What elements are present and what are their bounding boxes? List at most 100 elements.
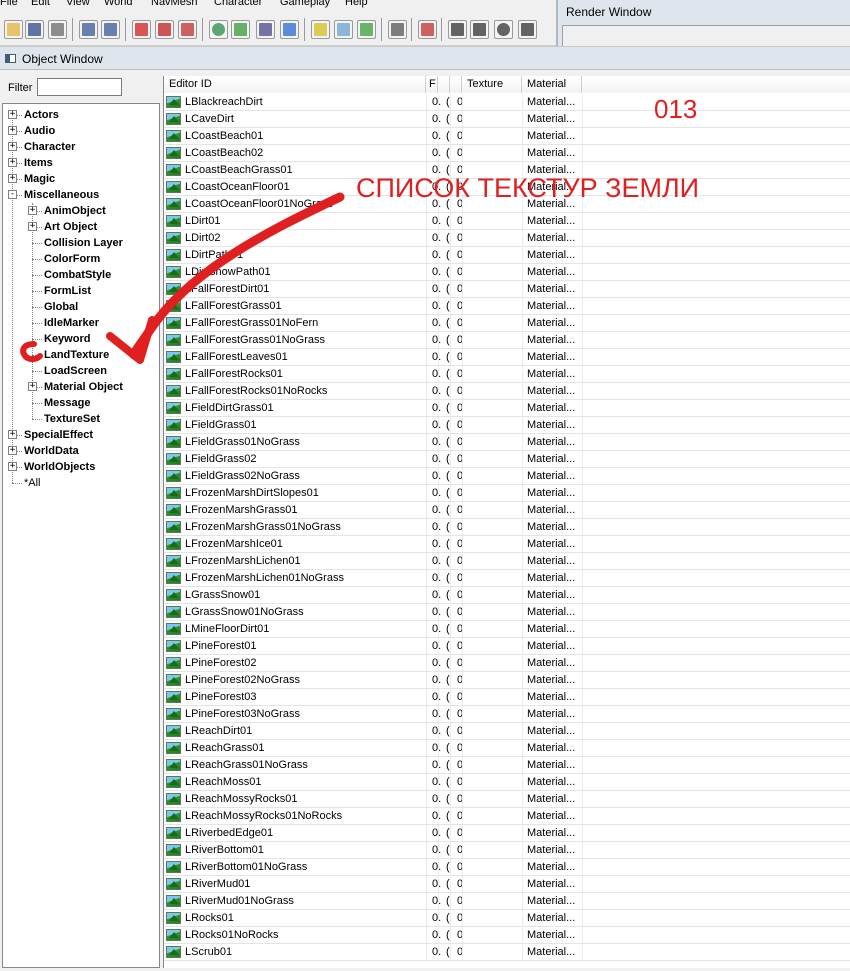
expand-icon[interactable]: + — [28, 382, 37, 391]
table-row[interactable]: LFrozenMarshLichen01NoGrass 0.(0 Material.… — [164, 570, 850, 587]
tree-item-formlist[interactable]: FormList — [44, 283, 91, 299]
table-row[interactable]: LRiverMud01 0.(0 Material... — [164, 876, 850, 893]
sky-button[interactable] — [334, 20, 353, 39]
table-row[interactable]: LRocks01NoRocks 0.(0 Material... — [164, 927, 850, 944]
object-window-titlebar[interactable]: Object Window — [0, 47, 850, 70]
filter-input[interactable] — [37, 78, 122, 96]
havok-button[interactable] — [256, 20, 275, 39]
tree-item-idlemarker[interactable]: IdleMarker — [44, 315, 99, 331]
table-row[interactable]: LDirt01 0.(0 Material... — [164, 213, 850, 230]
table-row[interactable]: LPineForest02NoGrass 0.(0 Material... — [164, 672, 850, 689]
tree-item-landtexture[interactable]: LandTexture — [44, 347, 109, 363]
menu-gameplay[interactable]: Gameplay — [280, 0, 330, 8]
navmesh-button[interactable] — [178, 20, 197, 39]
box-o-button[interactable] — [494, 20, 513, 39]
tree-item-global[interactable]: Global — [44, 299, 78, 315]
tree-item-art-object[interactable]: Art Object — [44, 219, 97, 235]
table-row[interactable]: LFrozenMarshLichen01 0.(0 Material... — [164, 553, 850, 570]
expand-icon[interactable]: + — [8, 430, 17, 439]
marker-button[interactable] — [155, 20, 174, 39]
render-window[interactable]: Render Window — [556, 0, 850, 46]
category-tree[interactable]: Actors + Audio + Character + Items + Magic + Misce… — [2, 103, 160, 968]
tree-item-animobject[interactable]: AnimObject — [44, 203, 106, 219]
menu-view[interactable]: View — [66, 0, 90, 8]
expand-icon[interactable]: + — [8, 446, 17, 455]
col-editor-id-header[interactable]: Editor ID — [164, 76, 426, 93]
table-row[interactable]: LFrozenMarshGrass01NoGrass 0.(0 Material..… — [164, 519, 850, 536]
table-row[interactable]: LBlackreachDirt 0.(0 Material... — [164, 94, 850, 111]
table-row[interactable]: LFallForestGrass01NoFern 0.(0 Material... — [164, 315, 850, 332]
table-row[interactable]: LRiverMud01NoGrass 0.(0 Material... — [164, 893, 850, 910]
table-row[interactable]: LPineForest01 0.(0 Material... — [164, 638, 850, 655]
table-row[interactable]: LDirtSnowPath01 0.(0 Material... — [164, 264, 850, 281]
world-button[interactable] — [209, 20, 228, 39]
tree-item-loadscreen[interactable]: LoadScreen — [44, 363, 107, 379]
table-row[interactable]: LCoastBeach02 0.(0 Material... — [164, 145, 850, 162]
render-region-button[interactable] — [132, 20, 151, 39]
table-row[interactable]: LRiverBottom01NoGrass 0.(0 Material... — [164, 859, 850, 876]
table-row[interactable]: LFallForestRocks01NoRocks 0.(0 Material... — [164, 383, 850, 400]
box-m-button[interactable] — [470, 20, 489, 39]
box-button[interactable] — [448, 20, 467, 39]
expand-icon[interactable]: + — [8, 110, 17, 119]
open-button[interactable] — [4, 20, 23, 39]
table-row[interactable]: LReachGrass01NoGrass 0.(0 Material... — [164, 757, 850, 774]
menu-edit[interactable]: Edit — [31, 0, 50, 8]
preferences-button[interactable] — [48, 20, 67, 39]
box-d-button[interactable] — [518, 20, 537, 39]
table-row[interactable]: LReachGrass01 0.(0 Material... — [164, 740, 850, 757]
tree-item-colorform[interactable]: ColorForm — [44, 251, 100, 267]
table-row[interactable]: LFrozenMarshIce01 0.(0 Material... — [164, 536, 850, 553]
animation-button[interactable] — [418, 20, 437, 39]
redo-button[interactable] — [101, 20, 120, 39]
table-row[interactable]: LFieldGrass02NoGrass 0.(0 Material... — [164, 468, 850, 485]
table-row[interactable]: LPineForest03 0.(0 Material... — [164, 689, 850, 706]
table-row[interactable]: LFieldGrass01NoGrass 0.(0 Material... — [164, 434, 850, 451]
tree-item-character[interactable]: Character — [24, 139, 75, 155]
menu-world[interactable]: World — [104, 0, 133, 8]
expand-icon[interactable]: + — [8, 158, 17, 167]
tree-item-worlddata[interactable]: WorldData — [24, 443, 79, 459]
table-row[interactable]: LPineForest03NoGrass 0.(0 Material... — [164, 706, 850, 723]
tree-item-textureset[interactable]: TextureSet — [44, 411, 100, 427]
tree-item-collision-layer[interactable]: Collision Layer — [44, 235, 123, 251]
expand-icon[interactable]: + — [8, 462, 17, 471]
tree-item-items[interactable]: Items — [24, 155, 53, 171]
table-row[interactable]: LReachDirt01 0.(0 Material... — [164, 723, 850, 740]
tree-item-keyword[interactable]: Keyword — [44, 331, 90, 347]
tree-item-specialeffect[interactable]: SpecialEffect — [24, 427, 93, 443]
tree-item-audio[interactable]: Audio — [24, 123, 55, 139]
save-button[interactable] — [25, 20, 44, 39]
expand-icon[interactable]: + — [28, 206, 37, 215]
table-row[interactable]: LDirt02 0.(0 Material... — [164, 230, 850, 247]
col-f-header[interactable]: F — [426, 76, 438, 93]
table-row[interactable]: LFallForestLeaves01 0.(0 Material... — [164, 349, 850, 366]
expand-icon[interactable]: + — [8, 126, 17, 135]
tree-item-miscellaneous[interactable]: Miscellaneous — [24, 187, 99, 203]
table-row[interactable]: LCaveDirt 0.(0 Material... — [164, 111, 850, 128]
table-row[interactable]: LFieldGrass02 0.(0 Material... — [164, 451, 850, 468]
table-row[interactable]: LFallForestRocks01 0.(0 Material... — [164, 366, 850, 383]
expand-icon[interactable]: + — [8, 174, 17, 183]
col-a-header[interactable] — [438, 76, 450, 93]
table-row[interactable]: LReachMossyRocks01 0.(0 Material... — [164, 791, 850, 808]
tree-item-actors[interactable]: Actors — [24, 107, 59, 123]
col-b-header[interactable] — [450, 76, 462, 93]
table-row[interactable]: LFallForestGrass01NoGrass 0.(0 Material... — [164, 332, 850, 349]
menu-navmesh[interactable]: NavMesh — [151, 0, 197, 8]
table-row[interactable]: LFrozenMarshGrass01 0.(0 Material... — [164, 502, 850, 519]
table-row[interactable]: LFrozenMarshDirtSlopes01 0.(0 Material... — [164, 485, 850, 502]
table-row[interactable]: LRiverbedEdge01 0.(0 Material... — [164, 825, 850, 842]
menu-character[interactable]: Character — [214, 0, 262, 8]
table-row[interactable]: LReachMoss01 0.(0 Material... — [164, 774, 850, 791]
tree-item-combatstyle[interactable]: CombatStyle — [44, 267, 111, 283]
menu-help[interactable]: Help — [345, 0, 368, 8]
table-row[interactable]: LCoastBeach01 0.(0 Material... — [164, 128, 850, 145]
table-row[interactable]: LScrub01 0.(0 Material... — [164, 944, 850, 961]
table-row[interactable]: LReachMossyRocks01NoRocks 0.(0 Material... — [164, 808, 850, 825]
table-row[interactable]: LFieldDirtGrass01 0.(0 Material... — [164, 400, 850, 417]
light-bulb-button[interactable] — [311, 20, 330, 39]
table-row[interactable]: LPineForest02 0.(0 Material... — [164, 655, 850, 672]
table-row[interactable]: LFieldGrass01 0.(0 Material... — [164, 417, 850, 434]
table-row[interactable]: LFallForestDirt01 0.(0 Material... — [164, 281, 850, 298]
